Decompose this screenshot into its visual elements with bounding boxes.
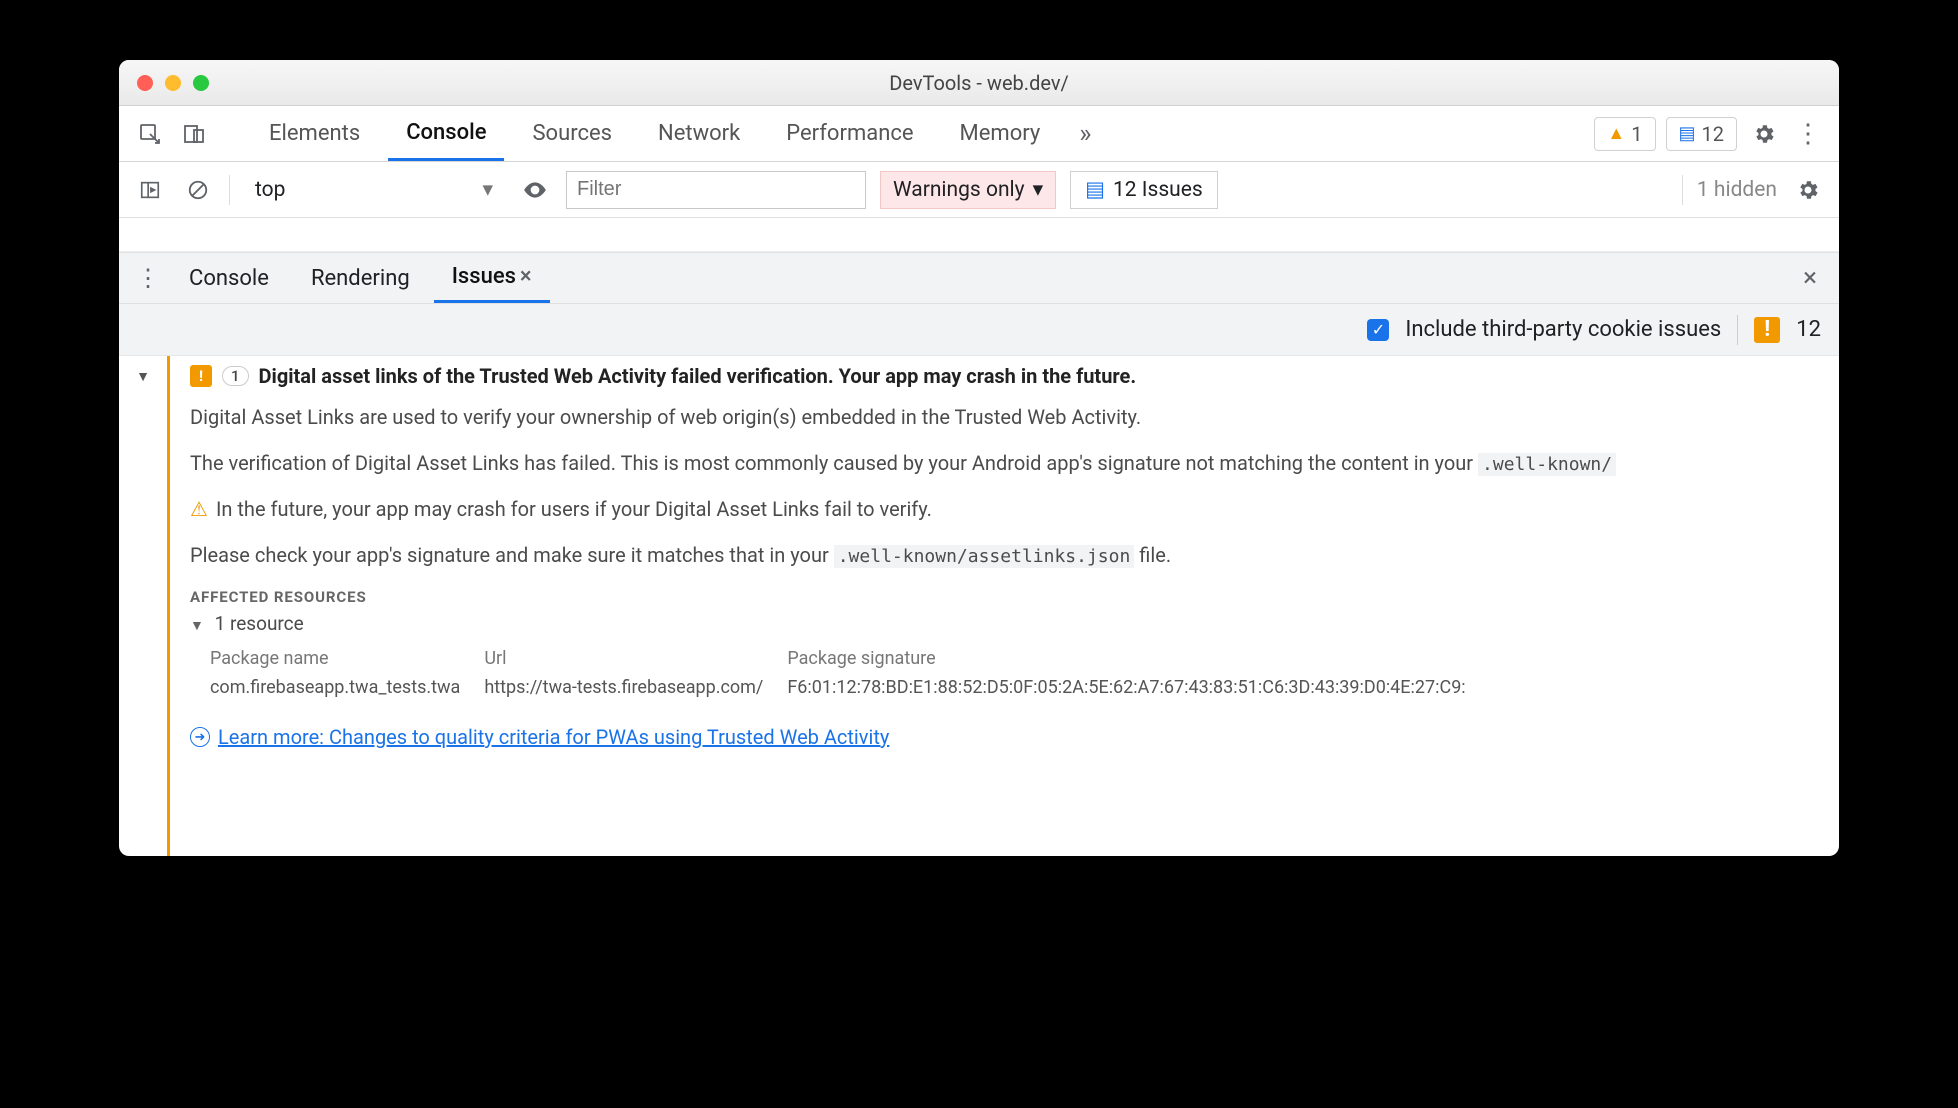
tab-label: Sources	[532, 121, 612, 146]
more-tabs-icon[interactable]: »	[1068, 117, 1102, 151]
settings-icon[interactable]	[1747, 117, 1781, 151]
issue-count-badge: 1	[222, 366, 249, 386]
code-snippet: .well-known/	[1478, 453, 1616, 476]
third-party-checkbox[interactable]: ✓	[1367, 319, 1389, 341]
tab-label: Rendering	[311, 266, 410, 291]
toggle-sidebar-icon[interactable]	[133, 173, 167, 207]
drawer-tab-rendering[interactable]: Rendering	[293, 253, 428, 303]
issue-title: Digital asset links of the Trusted Web A…	[259, 364, 1137, 388]
drawer-tab-console[interactable]: Console	[171, 253, 287, 303]
col-header: Package name	[210, 645, 482, 672]
separator	[229, 175, 230, 205]
issue-warning-icon: !	[1754, 317, 1780, 343]
issues-button[interactable]: ▤ 12 Issues	[1070, 171, 1218, 209]
table-row[interactable]: com.firebaseapp.twa_tests.twa https://tw…	[210, 674, 1488, 701]
text: In the future, your app may crash for us…	[216, 494, 932, 524]
tab-label: Issues	[452, 264, 516, 289]
hidden-count[interactable]: 1 hidden	[1697, 178, 1777, 202]
disclosure-triangle-icon: ▼	[190, 618, 204, 634]
issues-button-label: 12 Issues	[1113, 178, 1203, 202]
issue-warning-line: ⚠ In the future, your app may crash for …	[190, 494, 1839, 524]
console-body-spacer	[119, 218, 1839, 252]
tab-console[interactable]: Console	[388, 106, 504, 161]
text: Please check your app's signature and ma…	[190, 543, 834, 567]
col-header: Package signature	[787, 645, 1487, 672]
issue-paragraph: The verification of Digital Asset Links …	[190, 448, 1839, 478]
tab-network[interactable]: Network	[640, 106, 758, 161]
tab-label: Network	[658, 121, 740, 146]
separator	[1737, 315, 1738, 345]
tab-label: Console	[406, 120, 486, 145]
device-toolbar-icon[interactable]	[177, 117, 211, 151]
col-header: Url	[484, 645, 785, 672]
cell-url: https://twa-tests.firebaseapp.com/	[484, 674, 785, 701]
warnings-count: 1	[1631, 122, 1642, 146]
window-title: DevTools - web.dev/	[119, 71, 1839, 95]
external-link-icon: ➜	[190, 727, 210, 747]
main-tab-strip: Elements Console Sources Network Perform…	[119, 106, 1839, 162]
resource-count-row[interactable]: ▼ 1 resource	[190, 612, 1839, 635]
issue-paragraph: Please check your app's signature and ma…	[190, 540, 1839, 570]
third-party-label: Include third-party cookie issues	[1405, 317, 1721, 342]
table-header-row: Package name Url Package signature	[210, 645, 1488, 672]
chevron-down-icon: ▾	[1033, 177, 1044, 202]
code-snippet: .well-known/assetlinks.json	[834, 545, 1135, 568]
close-drawer-icon[interactable]: ×	[1793, 263, 1827, 293]
chevron-down-icon: ▾	[482, 177, 493, 202]
issue-warning-icon: !	[190, 365, 212, 387]
separator	[1682, 175, 1683, 205]
kebab-menu-icon[interactable]: ⋮	[1791, 117, 1825, 151]
issue-item: ! 1 Digital asset links of the Trusted W…	[167, 356, 1839, 856]
affected-resources-heading: Affected Resources	[190, 588, 1839, 606]
console-settings-icon[interactable]	[1791, 173, 1825, 207]
warnings-badge[interactable]: ▲ 1	[1594, 117, 1655, 151]
issue-header[interactable]: ! 1 Digital asset links of the Trusted W…	[190, 364, 1839, 388]
console-filter-bar: top ▾ Warnings only ▾ ▤ 12 Issues 1 hidd…	[119, 162, 1839, 218]
drawer-kebab-icon[interactable]: ⋮	[131, 261, 165, 295]
disclosure-triangle-icon[interactable]: ▼	[136, 368, 150, 385]
cell-package-name: com.firebaseapp.twa_tests.twa	[210, 674, 482, 701]
tab-label: Performance	[786, 121, 913, 146]
text: The verification of Digital Asset Links …	[190, 451, 1478, 475]
titlebar: DevTools - web.dev/	[119, 60, 1839, 106]
warning-icon: ⚠	[190, 494, 208, 524]
clear-console-icon[interactable]	[181, 173, 215, 207]
tab-elements[interactable]: Elements	[251, 106, 378, 161]
affected-resources-table: Package name Url Package signature com.f…	[208, 643, 1490, 703]
devtools-window: DevTools - web.dev/ Elements Console Sou…	[119, 60, 1839, 856]
text: file.	[1134, 543, 1171, 567]
issues-list: ▼ ! 1 Digital asset links of the Trusted…	[119, 356, 1839, 856]
drawer-tab-issues[interactable]: Issues ×	[434, 253, 550, 303]
issue-paragraph: Digital Asset Links are used to verify y…	[190, 402, 1839, 432]
context-value: top	[255, 178, 285, 202]
filter-input[interactable]	[566, 171, 866, 209]
warning-icon: ▲	[1607, 123, 1625, 144]
resource-count-label: 1 resource	[215, 612, 304, 635]
learn-more-row: ➜ Learn more: Changes to quality criteri…	[190, 725, 1839, 749]
inspect-element-icon[interactable]	[133, 117, 167, 151]
tab-label: Console	[189, 266, 269, 291]
cell-package-signature: F6:01:12:78:BD:E1:88:52:D5:0F:05:2A:5E:6…	[787, 674, 1487, 701]
issues-total: 12	[1796, 317, 1821, 342]
live-expression-icon[interactable]	[518, 173, 552, 207]
message-icon: ▤	[1085, 177, 1105, 202]
log-level-selector[interactable]: Warnings only ▾	[880, 171, 1056, 209]
tab-performance[interactable]: Performance	[768, 106, 931, 161]
learn-more-link[interactable]: Learn more: Changes to quality criteria …	[218, 725, 889, 749]
context-selector[interactable]: top ▾	[244, 172, 504, 207]
close-tab-icon[interactable]: ×	[520, 264, 532, 289]
tab-label: Elements	[269, 121, 360, 146]
log-level-value: Warnings only	[893, 178, 1025, 202]
issues-toolbar: ✓ Include third-party cookie issues ! 12	[119, 304, 1839, 356]
tab-label: Memory	[960, 121, 1041, 146]
messages-badge[interactable]: ▤ 12	[1666, 117, 1738, 151]
tab-sources[interactable]: Sources	[514, 106, 630, 161]
drawer-tab-strip: ⋮ Console Rendering Issues × ×	[119, 252, 1839, 304]
tab-memory[interactable]: Memory	[942, 106, 1059, 161]
message-icon: ▤	[1679, 123, 1696, 144]
issue-gutter: ▼	[119, 356, 167, 856]
messages-count: 12	[1702, 122, 1724, 146]
